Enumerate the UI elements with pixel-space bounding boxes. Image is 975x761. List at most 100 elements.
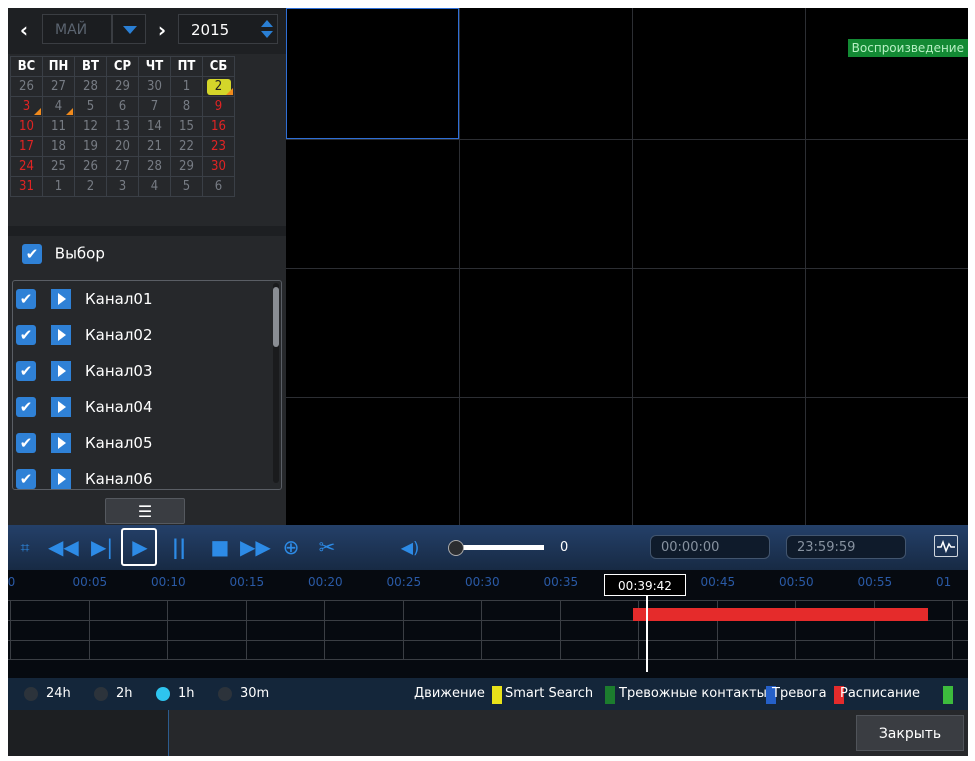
zoom-label[interactable]: 2h [116, 678, 133, 710]
calendar-day[interactable]: 5 [170, 176, 203, 197]
zoom-radio-24h[interactable] [24, 687, 38, 701]
calendar-day[interactable]: 8 [170, 96, 203, 117]
calendar-day[interactable]: 6 [202, 176, 235, 197]
calendar-day[interactable]: 24 [10, 156, 43, 177]
pause-icon[interactable]: || [168, 525, 190, 570]
play-channel-icon[interactable] [51, 397, 71, 417]
zoom-radio-30m[interactable] [218, 687, 232, 701]
checkbox-icon[interactable]: ✔ [16, 469, 36, 489]
channel-item[interactable]: ✔ Канал02 [13, 320, 263, 350]
start-time-field[interactable]: 00:00:00 [650, 535, 770, 559]
play-channel-icon[interactable] [51, 289, 71, 309]
calendar-day[interactable]: 29 [106, 76, 139, 97]
calendar-day[interactable]: 6 [106, 96, 139, 117]
list-view-button[interactable]: ☰ [105, 498, 185, 524]
select-all-checkbox[interactable]: ✔ Выбор [22, 244, 105, 264]
waveform-icon[interactable] [934, 535, 958, 557]
play-channel-icon[interactable] [51, 433, 71, 453]
checkbox-icon[interactable]: ✔ [16, 289, 36, 309]
play-icon[interactable]: ▶ [124, 525, 156, 570]
calendar-day[interactable]: 26 [74, 156, 107, 177]
calendar-day[interactable]: 4 [42, 96, 75, 117]
calendar-day[interactable]: 29 [170, 156, 203, 177]
fullscreen-icon[interactable]: ⌗ [12, 525, 38, 570]
calendar-day[interactable]: 3 [106, 176, 139, 197]
calendar-day[interactable]: 28 [138, 156, 171, 177]
calendar-day[interactable]: 27 [42, 76, 75, 97]
calendar-day[interactable]: 13 [106, 116, 139, 137]
volume-icon[interactable]: ◀) [398, 525, 422, 570]
checkbox-icon[interactable]: ✔ [16, 433, 36, 453]
channel-item[interactable]: ✔ Канал01 [13, 284, 263, 314]
calendar-day[interactable]: 1 [42, 176, 75, 197]
checkbox-icon[interactable]: ✔ [16, 361, 36, 381]
calendar-day[interactable]: 1 [170, 76, 203, 97]
calendar-day[interactable]: 19 [74, 136, 107, 157]
calendar-day[interactable]: 23 [202, 136, 235, 157]
calendar-day[interactable]: 30 [202, 156, 235, 177]
calendar-day[interactable]: 28 [74, 76, 107, 97]
calendar-day[interactable]: 4 [138, 176, 171, 197]
calendar-day[interactable]: 31 [10, 176, 43, 197]
calendar-day[interactable]: 15 [170, 116, 203, 137]
timeline[interactable]: 00 00:05 00:10 00:15 00:20 00:25 00:30 00:35 00:… [8, 570, 968, 678]
calendar-day[interactable]: 7 [138, 96, 171, 117]
legend-bar: 24h 2h 1h 30m Движение Smart Search Тревожные… [8, 678, 968, 710]
fast-forward-icon[interactable]: ▶▶ [240, 525, 271, 570]
timeline-cursor[interactable] [646, 592, 648, 672]
channel-item[interactable]: ✔ Канал05 [13, 428, 263, 458]
step-forward-icon[interactable]: ▶| [88, 525, 116, 570]
calendar-day[interactable]: 22 [170, 136, 203, 157]
zoom-radio-1h[interactable] [156, 687, 170, 701]
stop-icon[interactable]: ■ [208, 525, 232, 570]
year-down-icon[interactable] [261, 31, 273, 38]
calendar-day[interactable]: 30 [138, 76, 171, 97]
checkbox-icon[interactable]: ✔ [16, 325, 36, 345]
zoom-label[interactable]: 30m [240, 678, 269, 710]
month-dropdown-button[interactable] [112, 14, 146, 44]
zoom-label[interactable]: 1h [178, 678, 195, 710]
next-month-button[interactable]: › [150, 16, 174, 44]
channel-item[interactable]: ✔ Канал03 [13, 356, 263, 386]
year-up-icon[interactable] [261, 20, 273, 27]
channel-item[interactable]: ✔ Канал04 [13, 392, 263, 422]
year-spinner[interactable]: 2015 [178, 14, 278, 44]
zoom-radio-2h[interactable] [94, 687, 108, 701]
calendar-day[interactable]: 20 [106, 136, 139, 157]
volume-knob[interactable] [448, 540, 464, 556]
calendar-day[interactable]: 2 [202, 76, 235, 97]
end-time-field[interactable]: 23:59:59 [786, 535, 906, 559]
calendar-day[interactable]: 16 [202, 116, 235, 137]
checkbox-icon[interactable]: ✔ [16, 397, 36, 417]
calendar-day[interactable]: 3 [10, 96, 43, 117]
close-button[interactable]: Закрыть [856, 715, 964, 751]
recording-segment[interactable] [633, 608, 929, 621]
calendar-day[interactable]: 10 [10, 116, 43, 137]
play-channel-icon[interactable] [51, 469, 71, 489]
calendar-day[interactable]: 26 [10, 76, 43, 97]
calendar-day[interactable]: 2 [74, 176, 107, 197]
calendar-day[interactable]: 17 [10, 136, 43, 157]
zoom-label[interactable]: 24h [46, 678, 71, 710]
calendar-day[interactable]: 12 [74, 116, 107, 137]
selected-video-cell[interactable] [286, 8, 459, 139]
play-channel-icon[interactable] [51, 361, 71, 381]
calendar-day[interactable]: 11 [42, 116, 75, 137]
channel-list-scrollbar[interactable] [273, 283, 279, 483]
month-select[interactable]: МАЙ [42, 14, 112, 44]
volume-slider[interactable] [448, 540, 544, 556]
calendar-day[interactable]: 27 [106, 156, 139, 177]
calendar-day[interactable]: 9 [202, 96, 235, 117]
calendar-day[interactable]: 14 [138, 116, 171, 137]
rewind-icon[interactable]: ◀◀ [48, 525, 79, 570]
channel-item[interactable]: ✔ Канал06 [13, 464, 263, 489]
prev-month-button[interactable]: ‹ [12, 16, 36, 44]
calendar-day[interactable]: 25 [42, 156, 75, 177]
zoom-in-icon[interactable]: ⊕ [278, 525, 304, 570]
calendar-day[interactable]: 5 [74, 96, 107, 117]
clip-icon[interactable]: ✂ [314, 525, 340, 570]
calendar-day[interactable]: 21 [138, 136, 171, 157]
calendar-day[interactable]: 18 [42, 136, 75, 157]
play-channel-icon[interactable] [51, 325, 71, 345]
scrollbar-thumb[interactable] [273, 287, 279, 347]
